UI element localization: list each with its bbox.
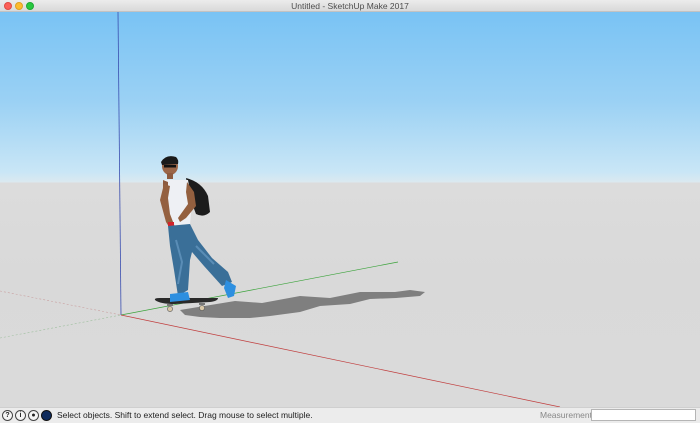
credits-icon[interactable]: i bbox=[15, 410, 26, 421]
blue-axis bbox=[117, 12, 122, 316]
modeling-viewport[interactable] bbox=[0, 12, 700, 407]
green-axis-dashed bbox=[0, 314, 122, 339]
skater-figure bbox=[160, 156, 236, 302]
scene-canvas bbox=[0, 12, 561, 407]
red-axis bbox=[120, 314, 561, 407]
instructor-icon[interactable] bbox=[41, 410, 52, 421]
status-bar: ? i ● Select objects. Shift to extend se… bbox=[0, 407, 700, 423]
measurements-label: Measurements bbox=[540, 410, 597, 420]
red-axis-dashed bbox=[0, 290, 122, 316]
measurements-input[interactable] bbox=[591, 409, 696, 421]
status-hint: Select objects. Shift to extend select. … bbox=[57, 410, 313, 420]
user-icon[interactable]: ● bbox=[28, 410, 39, 421]
title-bar: Untitled - SketchUp Make 2017 bbox=[0, 0, 700, 12]
window-title: Untitled - SketchUp Make 2017 bbox=[291, 1, 409, 11]
geo-location-icon[interactable]: ? bbox=[2, 410, 13, 421]
figure-shadow bbox=[180, 290, 425, 318]
